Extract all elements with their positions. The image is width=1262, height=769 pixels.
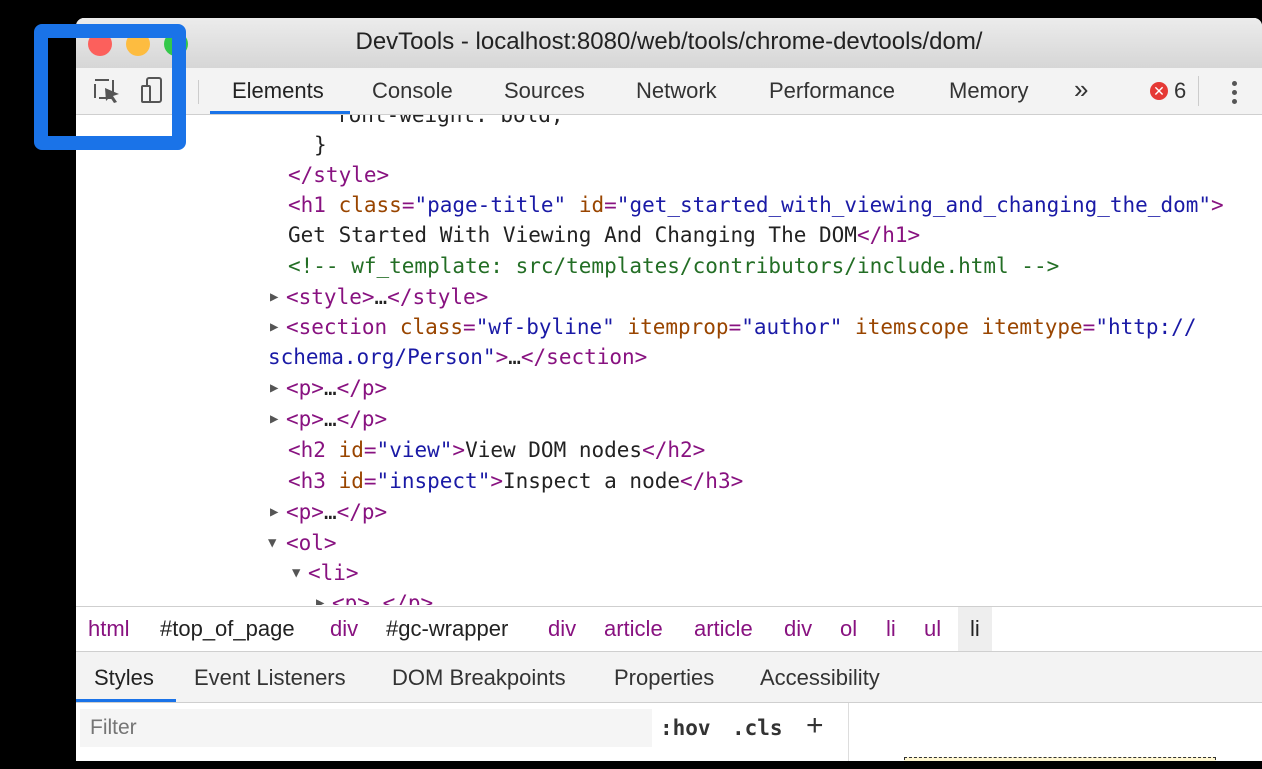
- breadcrumb-item[interactable]: div: [784, 616, 812, 642]
- breadcrumb-item[interactable]: div: [548, 616, 576, 642]
- expand-triangle-icon[interactable]: ▶: [270, 289, 278, 305]
- dom-line: font-weight: bold;: [336, 115, 564, 127]
- more-options-icon[interactable]: [1228, 78, 1240, 108]
- main-toolbar: Elements Console Sources Network Perform…: [76, 68, 1262, 115]
- error-icon: ✕: [1150, 82, 1168, 100]
- breadcrumb-item[interactable]: ol: [840, 616, 857, 642]
- tab-network[interactable]: Network: [636, 78, 717, 104]
- sidebar-tabs: Styles Event Listeners DOM Breakpoints P…: [76, 652, 1262, 703]
- breadcrumb-item[interactable]: li: [886, 616, 896, 642]
- error-count: 6: [1174, 78, 1187, 103]
- tab-dom-breakpoints[interactable]: DOM Breakpoints: [392, 665, 566, 691]
- expand-triangle-icon[interactable]: ▶: [270, 319, 278, 335]
- dom-node-ol[interactable]: <ol>: [286, 531, 337, 559]
- dom-node-section-cont[interactable]: schema.org/Person">…</section>: [268, 345, 647, 373]
- tab-properties[interactable]: Properties: [614, 665, 714, 691]
- breadcrumb-item[interactable]: article: [604, 616, 663, 642]
- dom-node-p[interactable]: <p>…</p>: [286, 376, 387, 404]
- tab-styles[interactable]: Styles: [94, 665, 154, 691]
- tab-memory[interactable]: Memory: [949, 78, 1028, 104]
- dom-comment[interactable]: <!-- wf_template: src/templates/contribu…: [288, 254, 1059, 282]
- active-tab-indicator: [210, 111, 350, 114]
- active-subtab-indicator: [76, 699, 176, 702]
- dom-node-h1[interactable]: <h1 class="page-title" id="get_started_w…: [288, 193, 1224, 221]
- dom-node-style[interactable]: <style>…</style>: [286, 285, 488, 313]
- title-bar: DevTools - localhost:8080/web/tools/chro…: [76, 18, 1262, 68]
- toolbar-divider: [1198, 76, 1199, 106]
- hov-toggle-button[interactable]: :hov: [660, 716, 711, 740]
- error-counter[interactable]: ✕ 6: [1150, 78, 1186, 104]
- dom-node-p[interactable]: <p>…</p>: [286, 500, 387, 528]
- dom-tree: font-weight: bold; } </style> <h1 class=…: [76, 115, 1262, 605]
- tab-sources[interactable]: Sources: [504, 78, 585, 104]
- pane-divider: [848, 703, 849, 761]
- new-style-rule-button[interactable]: +: [806, 709, 824, 743]
- breadcrumb-item-selected[interactable]: li: [958, 607, 992, 651]
- collapse-triangle-icon[interactable]: ▼: [268, 535, 276, 551]
- tab-elements[interactable]: Elements: [232, 78, 324, 104]
- breadcrumb: html #top_of_page div #gc-wrapper div ar…: [76, 606, 1262, 652]
- breadcrumb-item[interactable]: #gc-wrapper: [386, 616, 508, 642]
- dom-node-p[interactable]: <p>…</p>: [332, 591, 433, 605]
- collapse-triangle-icon[interactable]: ▼: [292, 565, 300, 581]
- breadcrumb-item[interactable]: div: [330, 616, 358, 642]
- dom-node-li[interactable]: <li>: [308, 561, 359, 589]
- dom-node-h2[interactable]: <h2 id="view">View DOM nodes</h2>: [288, 438, 705, 466]
- window-title: DevTools - localhost:8080/web/tools/chro…: [355, 28, 983, 55]
- more-tabs-button[interactable]: »: [1074, 74, 1088, 105]
- expand-triangle-icon[interactable]: ▶: [270, 504, 278, 520]
- dom-node-p[interactable]: <p>…</p>: [286, 407, 387, 435]
- breadcrumb-item[interactable]: ul: [924, 616, 941, 642]
- box-model-preview: [904, 757, 1216, 761]
- breadcrumb-item[interactable]: article: [694, 616, 753, 642]
- expand-triangle-icon[interactable]: ▶: [270, 380, 278, 396]
- tab-accessibility[interactable]: Accessibility: [760, 665, 880, 691]
- dom-line[interactable]: </style>: [288, 163, 389, 191]
- dom-node-section[interactable]: <section class="wf-byline" itemprop="aut…: [286, 315, 1196, 343]
- dom-line: }: [314, 133, 327, 157]
- toolbar-divider: [198, 80, 199, 104]
- cls-toggle-button[interactable]: .cls: [732, 716, 783, 740]
- breadcrumb-item[interactable]: #top_of_page: [160, 616, 295, 642]
- styles-filter-bar: :hov .cls +: [76, 703, 1262, 761]
- highlight-callout: [34, 24, 186, 150]
- dom-node-h3[interactable]: <h3 id="inspect">Inspect a node</h3>: [288, 469, 743, 497]
- tab-console[interactable]: Console: [372, 78, 453, 104]
- devtools-window: DevTools - localhost:8080/web/tools/chro…: [76, 18, 1262, 761]
- tab-event-listeners[interactable]: Event Listeners: [194, 665, 346, 691]
- dom-text-node[interactable]: Get Started With Viewing And Changing Th…: [288, 223, 920, 251]
- expand-triangle-icon[interactable]: ▶: [270, 411, 278, 427]
- breadcrumb-item[interactable]: html: [88, 616, 130, 642]
- tab-performance[interactable]: Performance: [769, 78, 895, 104]
- expand-triangle-icon[interactable]: ▶: [316, 595, 324, 605]
- filter-input[interactable]: [80, 709, 652, 747]
